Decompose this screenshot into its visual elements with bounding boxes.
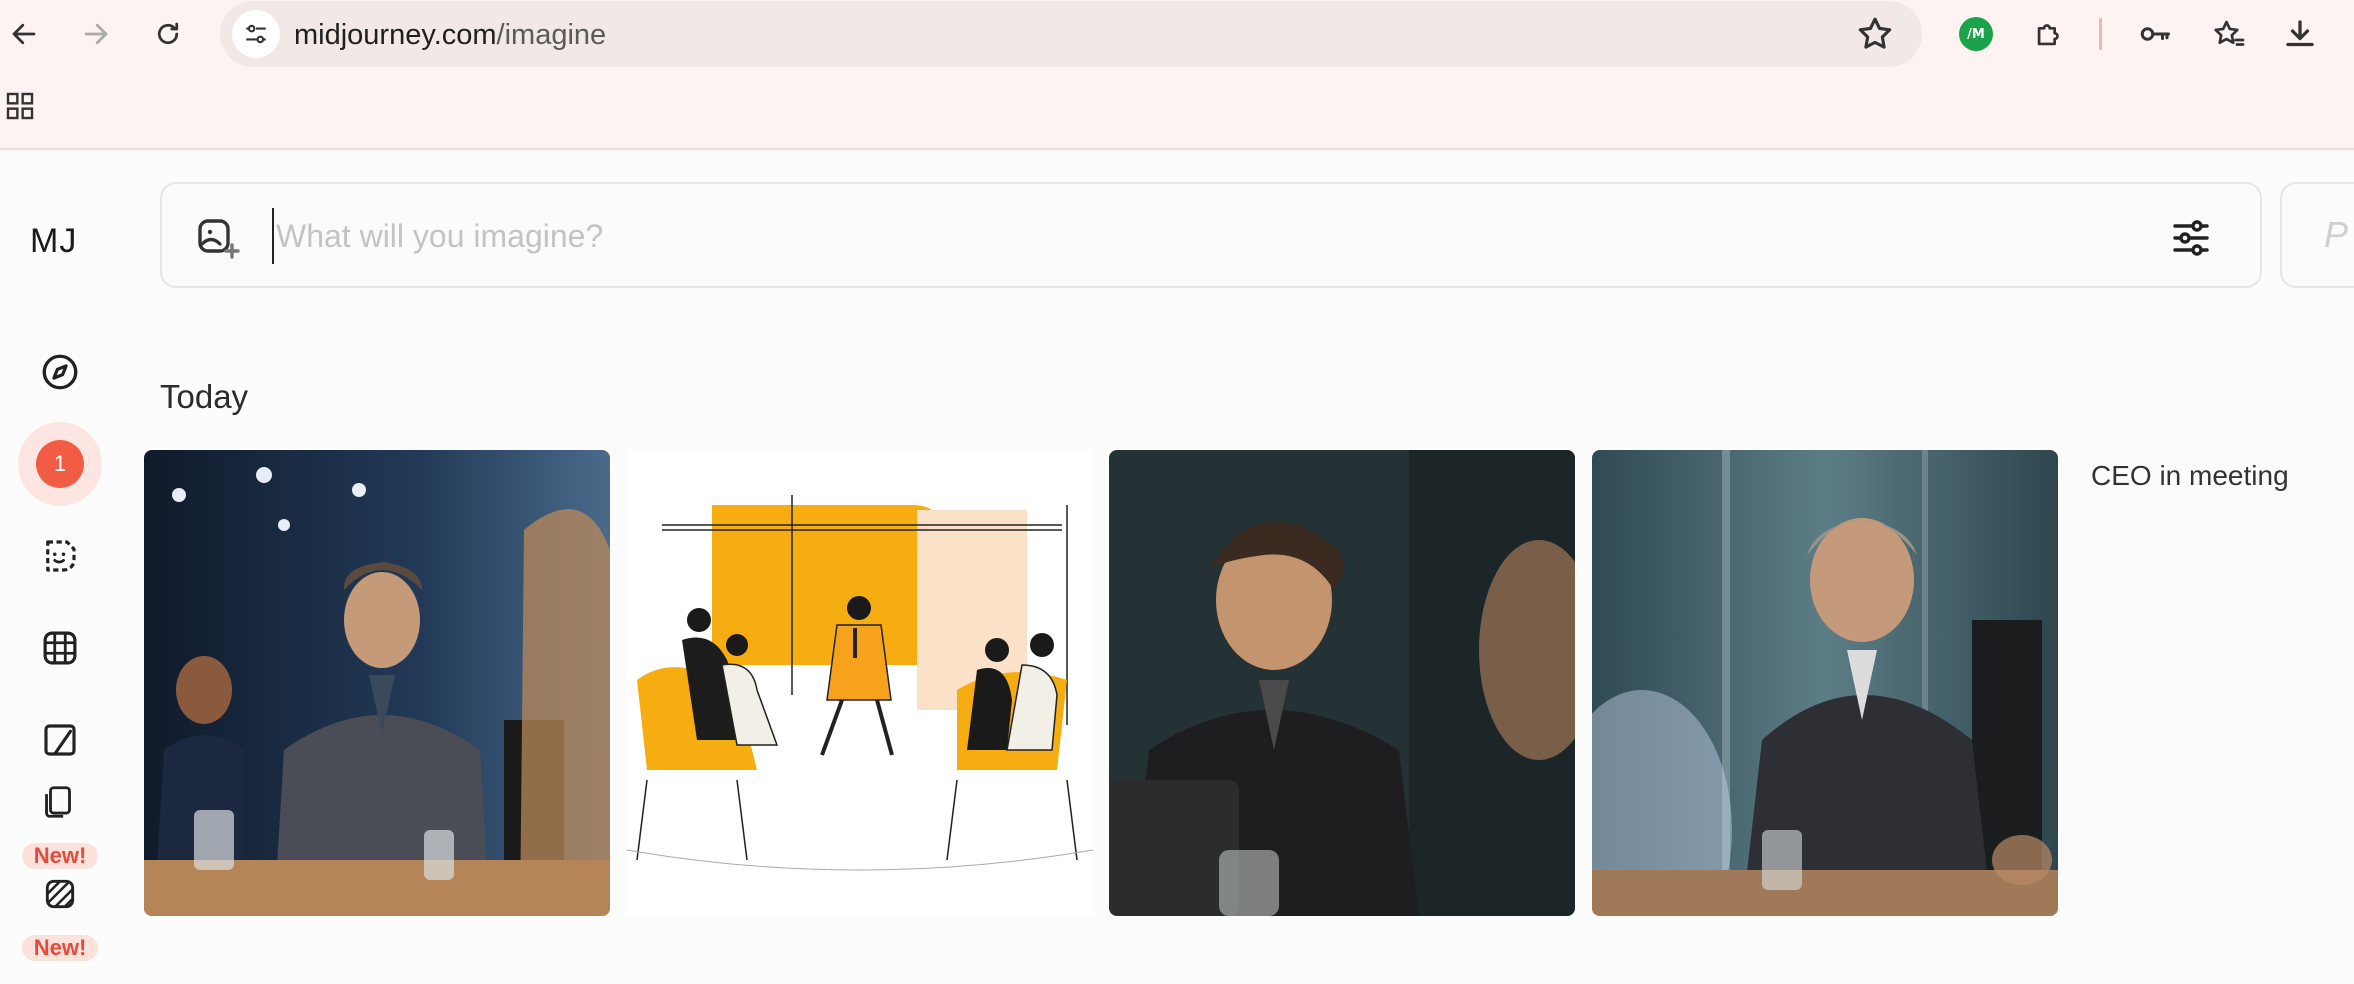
sidebar-gallery[interactable]	[18, 606, 102, 690]
add-image-icon	[198, 219, 240, 259]
sidebar-rooms[interactable]	[18, 772, 102, 832]
back-button[interactable]	[0, 10, 48, 58]
tune-icon	[246, 24, 266, 44]
prompt-bar	[160, 182, 2262, 288]
prompt-input[interactable]	[272, 208, 2078, 264]
download-icon	[2286, 20, 2314, 47]
photo-ceo-at-table-icon	[144, 450, 610, 916]
bookmarks-manager-button[interactable]	[2204, 10, 2252, 58]
sidebar-editor[interactable]	[18, 698, 102, 782]
reload-icon	[157, 22, 179, 45]
pattern-swatch-icon	[45, 879, 75, 909]
add-image-button[interactable]	[194, 214, 242, 262]
bookmarks-bar	[0, 68, 2354, 150]
arrow-right-icon	[84, 23, 108, 45]
arrow-left-icon	[12, 23, 36, 45]
secondary-panel-letter: P	[2324, 214, 2349, 255]
star-list-icon	[2214, 20, 2245, 46]
job-image-3[interactable]	[1109, 450, 1575, 916]
new-badge: New!	[22, 935, 98, 961]
sticker-face-icon	[46, 540, 76, 572]
extensions-button[interactable]	[2025, 10, 2073, 58]
job-image-2[interactable]	[627, 450, 1093, 916]
url-domain: midjourney.com	[294, 19, 497, 51]
reload-button[interactable]	[144, 10, 192, 58]
toolbar-separator	[2099, 18, 2102, 50]
settings-button[interactable]	[2167, 214, 2215, 262]
sidebar-explore[interactable]	[18, 330, 102, 414]
forward-button[interactable]	[72, 10, 120, 58]
edit-image-icon	[44, 724, 76, 756]
section-title-today: Today	[160, 378, 249, 415]
downloads-button[interactable]	[2276, 10, 2324, 58]
star-outline-icon	[1858, 17, 1892, 49]
secondary-panel[interactable]: P	[2280, 182, 2354, 288]
url-text[interactable]: midjourney.com/imagine	[294, 19, 606, 52]
sliders-icon	[2173, 220, 2209, 256]
url-path: /imagine	[496, 19, 607, 51]
sidebar-create[interactable]: 1	[18, 422, 102, 506]
bookmark-star-button[interactable]	[1854, 13, 1896, 55]
sidebar-organize[interactable]	[18, 514, 102, 598]
photo-ceo-portrait-icon	[1109, 450, 1575, 916]
compass-icon	[42, 354, 78, 390]
job-image-1[interactable]	[144, 450, 610, 916]
notification-badge: 1	[36, 440, 84, 488]
midjourney-logo[interactable]: MJ	[30, 222, 77, 261]
site-info-button[interactable]	[232, 10, 280, 58]
key-icon	[2140, 27, 2170, 41]
midjourney-extension-button[interactable]: /M	[1952, 10, 2000, 58]
passwords-button[interactable]	[2131, 10, 2179, 58]
address-bar[interactable]: midjourney.com/imagine	[220, 1, 1922, 67]
cards-icon	[45, 786, 71, 818]
sidebar-moodboards[interactable]	[18, 864, 102, 924]
grid-icon	[43, 631, 77, 665]
photo-ceo-grey-hair-icon	[1592, 450, 2058, 916]
browser-toolbar: midjourney.com/imagine /M	[0, 0, 2354, 68]
app-main: MJ 1 New! New! P Today	[0, 150, 2354, 984]
midjourney-extension-icon: /M	[1959, 17, 1993, 51]
puzzle-icon	[2037, 24, 2059, 46]
job-prompt-text[interactable]: CEO in meeting	[2091, 460, 2289, 492]
apps-grid-icon	[6, 92, 34, 120]
illustration-meeting-circle-icon	[627, 450, 1093, 916]
apps-button[interactable]	[0, 86, 38, 126]
job-image-4[interactable]	[1592, 450, 2058, 916]
